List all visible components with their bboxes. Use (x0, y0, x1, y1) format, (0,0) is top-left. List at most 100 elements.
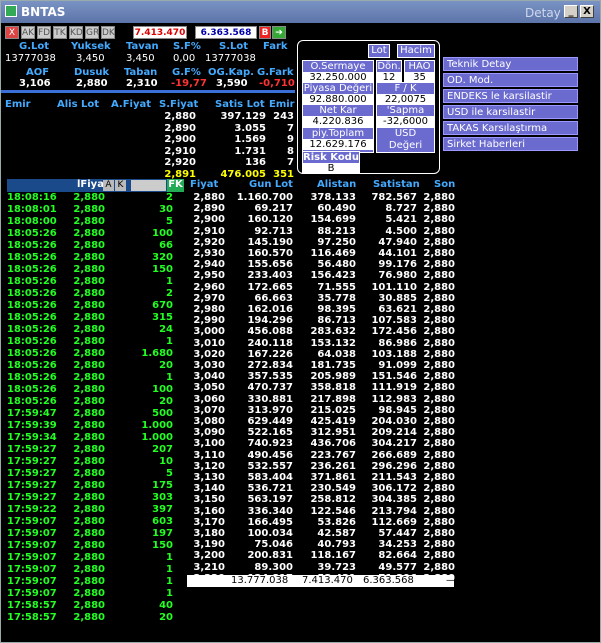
level-price: 3,050 (193, 382, 225, 394)
trade-time: 17:59:07 (7, 528, 57, 539)
level-gunlot: 583.404 (247, 472, 293, 483)
trade-time: 17:59:07 (7, 564, 57, 575)
menu-item[interactable]: OD. Mod. (443, 73, 578, 87)
menu-item[interactable]: Teknik Detay (443, 57, 578, 71)
usd-label: USD Değeri (376, 127, 435, 153)
trade-lot: 66 (159, 240, 173, 251)
level-gunlot: 92.713 (254, 225, 293, 237)
trades-filter-input[interactable] (131, 180, 166, 191)
level-son: 2,880 (423, 449, 455, 461)
trade-price: 2,880 (73, 384, 105, 395)
menu-item[interactable]: USD ile karsilastir (443, 105, 578, 119)
trade-price: 2,880 (73, 588, 105, 599)
trade-price: 2,880 (73, 264, 105, 275)
trade-time: 17:59:07 (7, 576, 57, 587)
trade-price: 2,880 (73, 360, 105, 371)
trade-price: 2,880 (73, 420, 105, 431)
close-button[interactable]: X (580, 5, 594, 18)
minimize-button[interactable]: _ (564, 5, 578, 18)
trade-price: 2,880 (73, 468, 105, 479)
level-alistan: 425.419 (310, 416, 356, 427)
trade-lot: 20 (159, 360, 173, 371)
summary-header: OG.Kap. (208, 67, 254, 78)
level-satistan: 44.101 (378, 248, 417, 259)
trade-lot: 20 (159, 612, 173, 623)
level-son: 2,880 (423, 393, 455, 405)
trade-lot: 2 (166, 288, 173, 299)
trade-price: 2,880 (73, 312, 105, 323)
trade-time: 18:08:16 (7, 192, 57, 203)
level-alistan: 88.213 (317, 225, 356, 237)
toolbar-fd-button[interactable]: FD (37, 26, 51, 39)
trade-lot: 303 (152, 492, 173, 503)
menu-item[interactable]: Sirket Haberleri (443, 137, 578, 151)
hacim-button[interactable]: Hacim (397, 44, 435, 58)
toolbar-tk-button[interactable]: TK (53, 26, 67, 39)
toolbar-b-button[interactable]: B (259, 26, 271, 39)
trade-time: 18:05:26 (7, 348, 57, 359)
level-price: 3,160 (193, 505, 225, 517)
level-satistan: 49.577 (378, 561, 417, 573)
level-price: 3,090 (193, 427, 225, 439)
level-son: 2,880 (423, 404, 455, 416)
level-son: 2,880 (423, 550, 455, 562)
level-gunlot: 155.656 (247, 259, 293, 271)
trade-price: 2,880 (73, 372, 105, 383)
level-gunlot: 1.160.700 (236, 192, 293, 203)
trade-price: 2,880 (73, 516, 105, 527)
level-son: 2,880 (423, 494, 455, 506)
depth-emir: 8 (287, 145, 294, 157)
trade-price: 2,880 (73, 552, 105, 563)
lot-button[interactable]: Lot (368, 44, 390, 58)
level-satistan: 34.253 (378, 539, 417, 551)
level-price: 2,940 (193, 259, 225, 271)
depth-emir: 351 (273, 168, 294, 180)
trade-price: 2,880 (73, 204, 105, 215)
trade-price: 2,880 (73, 612, 105, 623)
level-price: 3,070 (193, 404, 225, 416)
menu-item[interactable]: ENDEKS le karsilastir (443, 89, 578, 103)
trade-lot: 100 (152, 384, 173, 395)
trade-time: 18:05:26 (7, 288, 57, 299)
level-satistan: 86.986 (378, 337, 417, 349)
trade-lot: 603 (152, 516, 173, 527)
menu-item[interactable]: TAKAS Karsılaştırma (443, 121, 578, 135)
level-price: 2,930 (193, 248, 225, 259)
depth-header: Emir (269, 99, 295, 110)
level-gunlot: 75.046 (254, 539, 293, 551)
sapma-value: -32,6000 (376, 116, 435, 127)
level-alistan: 35.778 (317, 292, 356, 304)
toolbar-arrow-icon[interactable]: ➔ (272, 26, 286, 39)
levels-header: Fiyat (190, 179, 219, 190)
trade-lot: 1 (166, 552, 173, 563)
level-son: 2,880 (423, 371, 455, 383)
toolbar-ak-button[interactable]: AK (21, 26, 35, 39)
level-satistan: 99.176 (378, 259, 417, 271)
toolbar-kd-button[interactable]: KD (69, 26, 83, 39)
level-gunlot: 167.226 (247, 348, 293, 360)
toolbar-dk-button[interactable]: DK (101, 26, 115, 39)
trade-time: 18:05:26 (7, 228, 57, 239)
trades-fk-button[interactable]: FK (167, 179, 184, 192)
level-price: 3,200 (193, 550, 225, 562)
level-satistan: 101.110 (371, 281, 417, 293)
trade-price: 2,880 (73, 576, 105, 587)
level-son: 2,880 (423, 561, 455, 573)
toolbar-x-button[interactable]: X (5, 26, 19, 39)
depth-sfiyat: 2,890 (164, 122, 196, 134)
summary-header: G.Lot (19, 41, 50, 52)
toolbar-gr-button[interactable]: GR (85, 26, 99, 39)
level-son: 2,880 (423, 382, 455, 394)
level-alistan: 205.989 (310, 371, 356, 383)
trade-lot: 1 (166, 276, 173, 287)
level-satistan: 304.385 (371, 494, 417, 506)
trade-lot: 1.000 (141, 420, 173, 431)
summary-header: AOF (26, 67, 50, 78)
trade-price: 2,880 (73, 228, 105, 239)
level-alistan: 154.699 (310, 214, 356, 226)
level-son: 2,880 (423, 438, 455, 450)
trades-k-button[interactable]: K (115, 180, 126, 191)
level-price: 3,170 (193, 516, 225, 528)
trades-a-button[interactable]: A (103, 180, 114, 191)
trade-price: 2,880 (73, 540, 105, 551)
